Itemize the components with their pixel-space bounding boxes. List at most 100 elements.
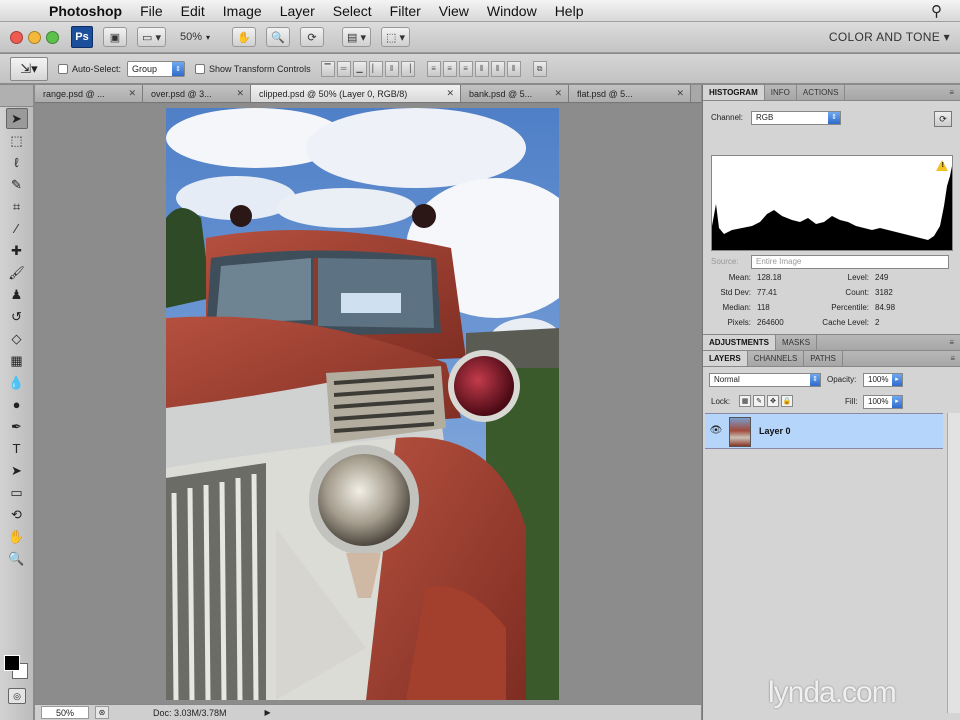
tab-adjustments[interactable]: ADJUSTMENTS [703, 335, 777, 350]
menu-select[interactable]: Select [324, 3, 381, 19]
menu-help[interactable]: Help [546, 3, 593, 19]
layer-row-layer-0[interactable]: 👁 Layer 0 [705, 413, 943, 449]
tool-preset-picker[interactable]: ⇲▾ [10, 56, 48, 81]
close-tab-icon[interactable]: ✕ [236, 88, 244, 99]
eyedropper-tool-icon[interactable]: ⁄ [6, 218, 28, 239]
healing-brush-tool-icon[interactable]: ✚ [6, 240, 28, 261]
distribute-left-icon[interactable]: ⦀ [474, 60, 489, 77]
history-brush-tool-icon[interactable]: ↺ [6, 306, 28, 327]
lock-position-icon[interactable]: ✥ [767, 395, 779, 407]
hand-tool-icon[interactable]: ✋ [232, 27, 257, 47]
tab-actions[interactable]: ACTIONS [797, 85, 846, 100]
zoom-tool-icon-box[interactable]: 🔍 [6, 548, 28, 569]
panel-menu-icon[interactable]: ≡ [949, 88, 954, 97]
zoom-tool-icon[interactable]: 🔍 [266, 27, 291, 47]
screen-mode-button[interactable]: ⬚ ▾ [381, 27, 410, 47]
rotate-view-icon[interactable]: ⟳ [300, 27, 325, 47]
tab-info[interactable]: INFO [765, 85, 797, 100]
panel-menu-icon[interactable]: ≡ [949, 338, 954, 347]
refresh-histogram-icon[interactable]: ⟳ [934, 111, 952, 127]
document-image-truck[interactable] [166, 108, 559, 700]
tab-range[interactable]: range.psd @ ... ✕ [35, 85, 143, 102]
auto-select-dropdown[interactable]: Group ⇕ [127, 60, 186, 77]
fill-arrow-icon[interactable]: ▸ [892, 396, 902, 408]
close-window-button[interactable] [10, 30, 23, 44]
show-transform-checkbox[interactable] [195, 63, 206, 74]
align-hcenter-icon[interactable]: ‖ [384, 60, 399, 77]
menu-app[interactable]: Photoshop [40, 3, 131, 19]
blend-mode-select[interactable]: Normal ⇕ [709, 373, 821, 387]
align-vcenter-icon[interactable]: ═ [336, 60, 351, 77]
tab-clipped[interactable]: clipped.psd @ 50% (Layer 0, RGB/8) ✕ [251, 85, 461, 102]
move-tool-icon[interactable]: ➤ [5, 108, 28, 129]
clone-stamp-tool-icon[interactable]: ♟ [6, 284, 28, 305]
status-menu-arrow-icon[interactable]: ▶ [265, 708, 271, 717]
type-tool-icon[interactable]: T [6, 438, 28, 459]
dodge-tool-icon[interactable]: ● [6, 394, 28, 415]
lasso-tool-icon[interactable]: ℓ [6, 152, 28, 173]
tab-layers[interactable]: LAYERS [703, 351, 748, 366]
zoom-window-button[interactable] [46, 30, 59, 44]
minimize-window-button[interactable] [28, 30, 41, 44]
marquee-tool-icon[interactable]: ⬚ [6, 130, 28, 151]
foreground-color-swatch[interactable] [4, 655, 20, 671]
menu-edit[interactable]: Edit [172, 3, 214, 19]
distribute-hcenter-icon[interactable]: ⦀ [490, 60, 505, 77]
opacity-field[interactable]: 100% ▸ [863, 373, 903, 387]
3d-rotate-tool-icon[interactable]: ⟲ [6, 504, 28, 525]
source-select[interactable]: Entire Image [751, 255, 949, 269]
launch-bridge-button[interactable]: ▣ [103, 27, 127, 47]
path-selection-tool-icon[interactable]: ➤ [6, 460, 28, 481]
menu-file[interactable]: File [131, 3, 172, 19]
close-tab-icon[interactable]: ✕ [446, 88, 454, 99]
spotlight-search-icon[interactable]: ⚲ [931, 2, 942, 20]
status-zoom-field[interactable]: 50% [41, 706, 89, 719]
menu-layer[interactable]: Layer [271, 3, 324, 19]
tab-over[interactable]: over.psd @ 3... ✕ [143, 85, 251, 102]
menu-image[interactable]: Image [214, 3, 271, 19]
workspace-switcher[interactable]: COLOR AND TONE ▾ [829, 30, 950, 44]
layer-name[interactable]: Layer 0 [759, 426, 791, 436]
tab-bank[interactable]: bank.psd @ 5... ✕ [461, 85, 569, 102]
status-options-icon[interactable]: ⊛ [95, 706, 109, 719]
tab-paths[interactable]: PATHS [804, 351, 843, 366]
tab-flat[interactable]: flat.psd @ 5... ✕ [569, 85, 691, 102]
pen-tool-icon[interactable]: ✒ [6, 416, 28, 437]
tab-masks[interactable]: MASKS [776, 335, 818, 350]
hand-tool-icon-box[interactable]: ✋ [6, 526, 28, 547]
close-tab-icon[interactable]: ✕ [128, 88, 136, 99]
tab-histogram[interactable]: HISTOGRAM [703, 85, 765, 100]
lock-all-icon[interactable]: 🔒 [781, 395, 793, 407]
view-extras-button[interactable]: ▭ ▾ [137, 27, 166, 47]
distribute-right-icon[interactable]: ⦀ [506, 60, 521, 77]
channel-select[interactable]: RGB ⇕ [751, 111, 841, 125]
blur-tool-icon[interactable]: 💧 [6, 372, 28, 393]
fill-field[interactable]: 100% ▸ [863, 395, 903, 409]
distribute-bottom-icon[interactable]: ≡ [458, 60, 473, 77]
quick-mask-icon[interactable]: ◎ [8, 688, 26, 704]
tab-channels[interactable]: CHANNELS [748, 351, 805, 366]
lock-image-icon[interactable]: ✎ [753, 395, 765, 407]
brush-tool-icon[interactable]: 🖌 [6, 262, 28, 283]
auto-select-checkbox[interactable] [58, 63, 68, 74]
distribute-vcenter-icon[interactable]: ≡ [442, 60, 457, 77]
tools-panel-header[interactable] [0, 85, 33, 107]
zoom-dropdown-icon[interactable]: ▾ [206, 33, 210, 42]
opacity-arrow-icon[interactable]: ▸ [892, 374, 902, 386]
menu-filter[interactable]: Filter [381, 3, 430, 19]
auto-align-layers-icon[interactable]: ⧉ [532, 60, 547, 77]
shape-tool-icon[interactable]: ▭ [6, 482, 28, 503]
layer-visibility-eye-icon[interactable]: 👁 [709, 424, 723, 438]
align-left-icon[interactable]: ▏ [368, 60, 383, 77]
quick-selection-tool-icon[interactable]: ✎ [6, 174, 28, 195]
arrange-documents-button[interactable]: ▤ ▾ [342, 27, 372, 47]
align-bottom-icon[interactable]: ▁ [352, 60, 367, 77]
close-tab-icon[interactable]: ✕ [554, 88, 562, 99]
distribute-top-icon[interactable]: ≡ [426, 60, 441, 77]
align-right-icon[interactable]: ▕ [400, 60, 415, 77]
crop-tool-icon[interactable]: ⌗ [6, 196, 28, 217]
layers-scrollbar[interactable] [947, 413, 960, 713]
panel-menu-icon[interactable]: ≡ [950, 354, 955, 363]
gradient-tool-icon[interactable]: ▦ [6, 350, 28, 371]
eraser-tool-icon[interactable]: ◇ [6, 328, 28, 349]
